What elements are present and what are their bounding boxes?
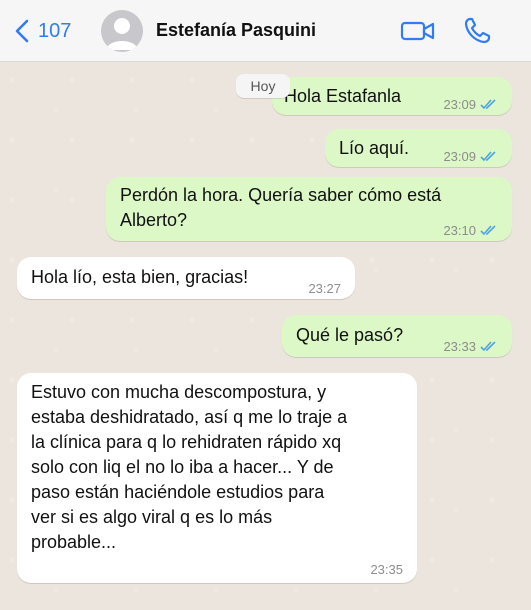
incoming-message[interactable]: Hola lío, esta bien, gracias! 23:27 [17, 257, 355, 299]
message-text-line: probable... [31, 532, 117, 552]
message-time: 23:35 [370, 562, 403, 577]
message-text-line: ver si es algo viral q es lo más [31, 507, 273, 527]
message-text-line: la clínica para q lo rehidraten rápido x… [31, 432, 342, 452]
read-ticks-icon [480, 151, 496, 162]
avatar[interactable] [101, 10, 143, 52]
outgoing-message[interactable]: Qué le pasó? 23:33 [282, 315, 512, 357]
avatar-placeholder-icon [106, 18, 138, 50]
message-time: 23:10 [443, 223, 476, 238]
outgoing-message[interactable]: Lío aquí. 23:09 [325, 129, 512, 167]
unread-count: 107 [38, 19, 72, 42]
read-ticks-icon [480, 341, 496, 352]
chat-area[interactable]: Hoy Hola Estafanla 23:09 Lío aquí. 23:09… [0, 62, 531, 610]
message-text: Hola Estafanla [284, 86, 402, 106]
message-text: Qué le pasó? [296, 325, 404, 345]
message-meta: 23:09 [443, 92, 498, 117]
contact-name[interactable]: Estefanía Pasquini [156, 20, 316, 41]
outgoing-message[interactable]: Hola Estafanla 23:09 [272, 77, 512, 115]
message-text-line: solo con liq el no lo iba a hacer... Y d… [31, 457, 334, 477]
chevron-left-icon [15, 19, 29, 43]
read-ticks-icon [480, 99, 496, 110]
date-chip: Hoy [236, 74, 290, 98]
message-text: Lío aquí. [339, 138, 410, 158]
message-time: 23:33 [443, 339, 476, 354]
incoming-message[interactable]: Estuvo con mucha descompostura, y estaba… [17, 373, 417, 583]
message-text-line: paso están haciéndole estudios para [31, 482, 325, 502]
video-camera-icon[interactable] [400, 18, 436, 44]
outgoing-message[interactable]: Perdón la hora. Quería saber cómo está A… [106, 177, 512, 241]
message-time: 23:09 [443, 149, 476, 164]
phone-icon[interactable] [462, 16, 492, 46]
message-text: Hola lío, esta bien, gracias! [31, 267, 249, 287]
message-meta: 23:10 [443, 218, 498, 243]
message-time: 23:09 [443, 97, 476, 112]
message-time: 23:27 [308, 281, 341, 296]
chat-header: 107 Estefanía Pasquini [0, 0, 531, 62]
message-meta: 23:33 [443, 334, 498, 359]
message-meta: 23:35 [370, 557, 403, 582]
message-meta: 23:09 [443, 144, 498, 169]
message-meta: 23:27 [308, 276, 341, 301]
read-ticks-icon [480, 225, 496, 236]
message-text-line: Alberto? [120, 210, 188, 230]
message-text-line: Perdón la hora. Quería saber cómo está [120, 185, 442, 205]
back-button[interactable]: 107 [12, 18, 71, 44]
message-text-line: estaba deshidratado, así q me lo traje a [31, 407, 348, 427]
message-text-line: Estuvo con mucha descompostura, y [31, 382, 327, 402]
